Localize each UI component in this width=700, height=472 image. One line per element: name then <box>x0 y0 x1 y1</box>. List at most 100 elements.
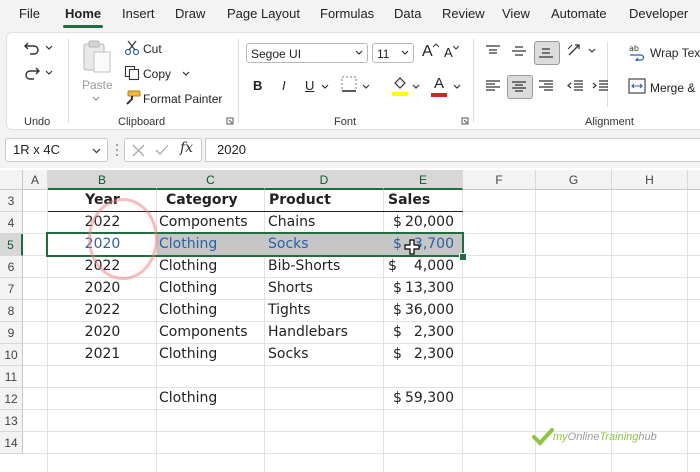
redo-icon[interactable] <box>23 65 41 81</box>
increase-font-button[interactable]: A <box>422 43 433 61</box>
table-cell[interactable]: 4,000 <box>400 255 454 277</box>
enter-check-icon[interactable] <box>155 144 169 156</box>
select-all-corner[interactable] <box>0 170 23 190</box>
splitter-dots-icon[interactable] <box>115 143 119 157</box>
table-cell[interactable]: 2020 <box>48 277 157 299</box>
merge-center-icon[interactable] <box>628 78 646 94</box>
copy-dropdown-icon[interactable] <box>182 71 190 77</box>
paste-label[interactable]: Paste <box>82 78 113 92</box>
table-cell[interactable]: 36,000 <box>400 299 454 321</box>
column-header-h[interactable]: H <box>612 170 688 190</box>
wrap-text-label[interactable]: Wrap Text <box>650 46 700 60</box>
paste-dropdown-icon[interactable] <box>92 96 100 102</box>
tab-home[interactable]: Home <box>65 6 101 21</box>
middle-align-icon[interactable] <box>511 45 527 57</box>
row-header-11[interactable]: 11 <box>0 366 23 388</box>
copy-icon[interactable] <box>124 65 140 81</box>
italic-button[interactable]: I <box>282 78 286 93</box>
fill-color-icon[interactable] <box>391 75 409 97</box>
clipboard-launcher-icon[interactable] <box>226 117 234 125</box>
spreadsheet-grid[interactable]: A B C D E F G H 3 4 5 6 7 8 9 10 11 12 1… <box>0 170 700 472</box>
column-header-c[interactable]: C <box>157 170 265 190</box>
tab-view[interactable]: View <box>502 6 530 21</box>
cut-label[interactable]: Cut <box>143 42 162 56</box>
tab-automate[interactable]: Automate <box>551 6 607 21</box>
merge-center-label[interactable]: Merge & <box>650 81 695 95</box>
copy-label[interactable]: Copy <box>143 67 171 81</box>
table-cell[interactable]: Clothing <box>159 277 217 299</box>
column-header-e[interactable]: E <box>384 170 463 190</box>
align-center-button[interactable] <box>507 75 533 99</box>
tab-formulas[interactable]: Formulas <box>320 6 374 21</box>
table-cell[interactable]: Bib-Shorts <box>268 255 340 277</box>
table-cell[interactable]: Tights <box>268 299 311 321</box>
fill-color-dropdown-icon[interactable] <box>412 84 420 90</box>
column-header-a[interactable]: A <box>23 170 48 190</box>
undo-icon[interactable] <box>23 40 41 56</box>
table-cell[interactable]: Chains <box>268 211 315 233</box>
table-cell[interactable]: Components <box>159 211 248 233</box>
table-header-category[interactable]: Category <box>166 189 238 211</box>
increase-indent-icon[interactable] <box>591 79 609 93</box>
table-cell[interactable]: 2,300 <box>400 343 454 365</box>
decrease-indent-icon[interactable] <box>566 79 584 93</box>
orientation-icon[interactable] <box>566 41 586 59</box>
row-header-6[interactable]: 6 <box>0 256 23 278</box>
tab-file[interactable]: File <box>19 6 40 21</box>
cancel-icon[interactable] <box>132 144 145 157</box>
column-header-i[interactable] <box>688 170 700 190</box>
formula-input[interactable]: 2020 <box>205 138 700 162</box>
top-align-icon[interactable] <box>485 45 501 57</box>
table-cell[interactable]: 2021 <box>48 343 157 365</box>
insert-function-button[interactable]: fx <box>180 140 193 156</box>
font-name-select[interactable]: Segoe UI <box>246 43 368 63</box>
row-header-13[interactable]: 13 <box>0 410 23 432</box>
tab-review[interactable]: Review <box>442 6 485 21</box>
font-color-dropdown-icon[interactable] <box>453 84 461 90</box>
tab-page-layout[interactable]: Page Layout <box>227 6 300 21</box>
table-cell[interactable]: Handlebars <box>268 321 348 343</box>
column-header-d[interactable]: D <box>265 170 384 190</box>
underline-button[interactable]: U <box>305 78 314 93</box>
bottom-align-button[interactable] <box>534 41 560 65</box>
column-header-f[interactable]: F <box>463 170 536 190</box>
table-cell[interactable]: 20,000 <box>400 211 454 233</box>
total-sales-cell[interactable]: 59,300 <box>400 387 454 409</box>
row-header-8[interactable]: 8 <box>0 300 23 322</box>
border-icon[interactable] <box>340 75 358 95</box>
table-cell[interactable]: 2020 <box>48 321 157 343</box>
format-painter-icon[interactable] <box>123 90 141 106</box>
bold-button[interactable]: B <box>253 78 262 93</box>
align-left-icon[interactable] <box>485 79 501 93</box>
table-header-sales[interactable]: Sales <box>388 189 430 211</box>
redo-dropdown-icon[interactable] <box>45 70 53 76</box>
table-cell[interactable]: 2022 <box>48 299 157 321</box>
row-header-14[interactable]: 14 <box>0 432 23 454</box>
tab-insert[interactable]: Insert <box>122 6 155 21</box>
orientation-dropdown-icon[interactable] <box>588 48 596 54</box>
tab-developer[interactable]: Developer <box>629 6 688 21</box>
table-cell[interactable]: Clothing <box>159 343 217 365</box>
border-dropdown-icon[interactable] <box>362 84 370 90</box>
name-box[interactable]: 1R x 4C <box>5 138 108 162</box>
align-right-icon[interactable] <box>538 79 554 93</box>
cut-icon[interactable] <box>124 40 140 56</box>
decrease-font-button[interactable]: A <box>444 45 453 60</box>
underline-dropdown-icon[interactable] <box>321 84 329 90</box>
wrap-text-icon[interactable]: ab <box>628 43 646 61</box>
row-header-12[interactable]: 12 <box>0 388 23 410</box>
row-header-10[interactable]: 10 <box>0 344 23 366</box>
tab-draw[interactable]: Draw <box>175 6 205 21</box>
column-header-g[interactable]: G <box>536 170 612 190</box>
table-cell[interactable]: Clothing <box>159 299 217 321</box>
font-color-button[interactable]: A <box>434 75 444 92</box>
row-header-3[interactable]: 3 <box>0 190 23 212</box>
fill-handle[interactable] <box>459 253 467 261</box>
format-painter-label[interactable]: Format Painter <box>143 92 222 106</box>
table-cell[interactable]: 2,300 <box>400 321 454 343</box>
total-category-cell[interactable]: Clothing <box>159 387 217 409</box>
row-header-5[interactable]: 5 <box>0 234 23 256</box>
row-header-7[interactable]: 7 <box>0 278 23 300</box>
column-header-b[interactable]: B <box>48 170 157 190</box>
table-cell[interactable]: Shorts <box>268 277 313 299</box>
